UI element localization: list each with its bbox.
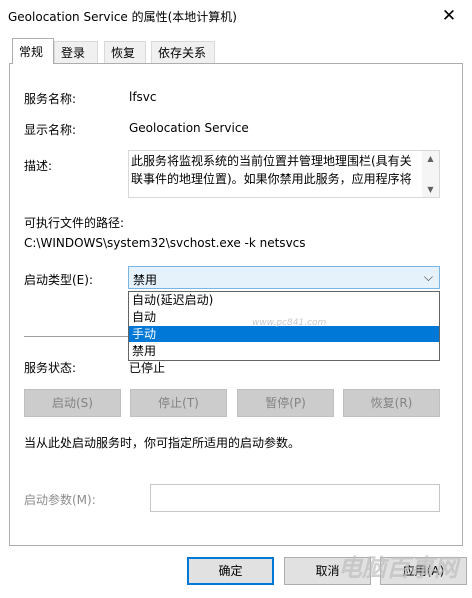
title-bar: Geolocation Service 的属性(本地计算机) ✕ [0,0,472,31]
resume-service-button[interactable]: 恢复(R) [343,389,440,417]
description-textbox[interactable]: 此服务将监视系统的当前位置并管理地理围栏(具有关联事件的地理位置)。如果你禁用此… [128,150,440,198]
service-name-label: 服务名称: [24,92,77,106]
service-status-value: 已停止 [129,361,166,375]
watermark-text: 电脑百事网 [338,554,458,582]
startup-type-label: 启动类型(E): [24,273,93,287]
tab-dependencies[interactable]: 依存关系 [151,41,215,63]
tab-general[interactable]: 常规 [12,38,54,64]
description-text: 此服务将监视系统的当前位置并管理地理围栏(具有关联事件的地理位置)。如果你禁用此… [131,154,412,186]
scroll-down-icon[interactable]: ▼ [422,185,439,194]
close-icon[interactable]: ✕ [426,0,472,31]
display-name-value: Geolocation Service [129,121,249,135]
service-name-value: lfsvc [129,90,157,104]
startup-type-value: 禁用 [133,273,158,287]
pause-service-button[interactable]: 暂停(P) [237,389,334,417]
start-params-hint: 当从此处启动服务时，你可指定所适用的启动参数。 [24,436,301,450]
watermark-url: www.pc841.com [252,318,327,328]
startup-option-auto-delayed[interactable]: 自动(延迟启动) [129,292,439,308]
scroll-up-icon[interactable]: ▲ [422,154,439,163]
service-status-label: 服务状态: [24,361,77,375]
startup-option-manual[interactable]: 手动 [129,326,439,342]
start-params-label: 启动参数(M): [24,493,96,507]
description-scrollbar[interactable]: ▲ ▼ [422,151,439,197]
startup-type-select[interactable]: 禁用 ⌵ [128,266,440,289]
exe-path-value: C:\WINDOWS\system32\svchost.exe -k netsv… [24,236,306,250]
display-name-label: 显示名称: [24,123,77,137]
start-service-button[interactable]: 启动(S) [24,389,121,417]
tab-recovery[interactable]: 恢复 [104,41,146,63]
startup-option-disabled[interactable]: 禁用 [129,343,439,359]
exe-path-label: 可执行文件的路径: [24,216,125,230]
window-title: Geolocation Service 的属性(本地计算机) [8,10,237,24]
stop-service-button[interactable]: 停止(T) [130,389,227,417]
ok-button[interactable]: 确定 [187,557,274,585]
tab-logon[interactable]: 登录 [54,41,98,63]
chevron-down-icon: ⌵ [423,270,433,284]
description-label: 描述: [24,159,53,173]
start-params-input[interactable] [150,484,440,512]
